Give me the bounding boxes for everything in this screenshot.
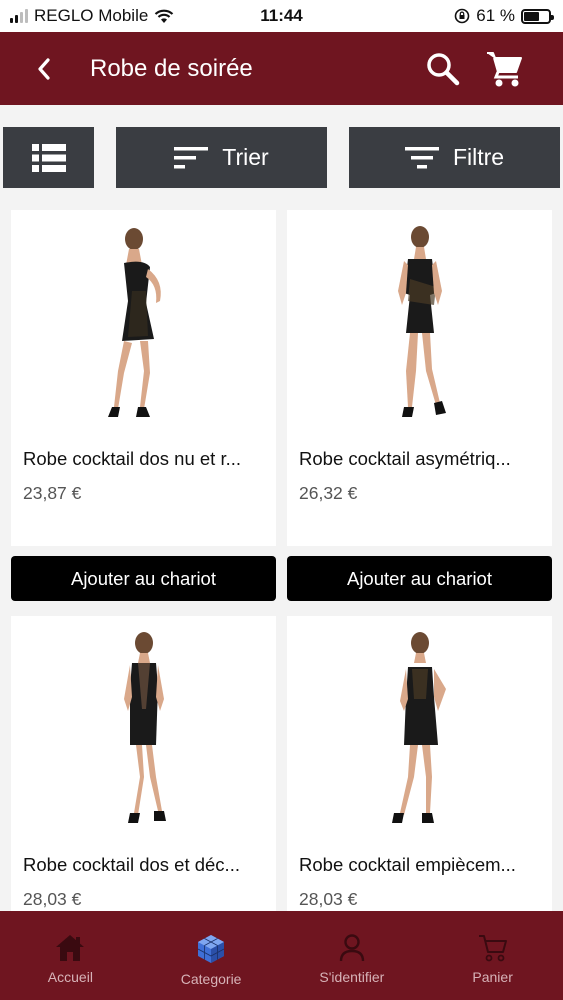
product-name[interactable]: Robe cocktail asymétriq... [287,442,552,476]
status-left: REGLO Mobile [10,6,174,26]
status-right: 61 % [454,6,554,26]
search-button[interactable] [423,49,463,89]
product-image [11,616,276,848]
product-name[interactable]: Robe cocktail dos et déc... [11,848,276,882]
cart-icon [487,51,522,86]
user-icon [339,934,365,962]
nav-item-cart[interactable]: Panier [422,911,563,1000]
chevron-left-icon [38,57,50,80]
product-card[interactable]: Robe cocktail asymétriq... 26,32 € [287,210,552,546]
sort-button[interactable]: Trier [116,127,327,188]
cart-icon [478,935,507,962]
product-image [287,210,552,442]
nav-item-home[interactable]: Accueil [0,911,141,1000]
filter-icon [404,146,439,168]
product-name[interactable]: Robe cocktail dos nu et r... [11,442,276,476]
battery-percent: 61 % [476,6,515,25]
battery-icon [521,8,554,24]
sort-label: Trier [222,144,269,170]
header-actions [423,49,525,89]
signal-icon [10,9,28,23]
wifi-icon [155,9,174,23]
orientation-lock-icon [454,8,470,24]
view-toggle-button[interactable] [3,127,94,188]
sort-icon [174,146,209,168]
product-price: 26,32 € [299,483,358,503]
dress-model-image [107,228,161,417]
nav-item-login[interactable]: S'identifier [282,911,423,1000]
dress-model-image [391,632,446,823]
add-to-cart-button[interactable]: Ajouter au chariot [11,556,276,601]
product-card[interactable]: Robe cocktail dos et déc... 28,03 € [11,616,276,916]
nav-label-category: Categorie [180,971,242,987]
product-image [287,616,552,848]
product-name[interactable]: Robe cocktail empiècem... [287,848,552,882]
nav-label-home: Accueil [47,969,93,985]
add-to-cart-button[interactable]: Ajouter au chariot [287,556,552,601]
home-icon [56,935,85,961]
back-button[interactable] [14,32,74,105]
dress-model-image [123,632,166,823]
nav-item-category[interactable]: Categorie [141,911,282,1000]
product-price: 23,87 € [23,483,82,503]
nav-label-login: S'identifier [319,969,385,985]
search-icon [427,52,460,85]
bottom-navigation: Accueil Categorie S'identifier Panier [0,911,563,1000]
nav-label-cart: Panier [472,969,513,985]
filter-label: Filtre [452,144,505,170]
page-title: Robe de soirée [90,54,253,82]
list-toolbar: Trier Filtre [0,127,563,188]
product-card[interactable]: Robe cocktail dos nu et r... 23,87 € [11,210,276,546]
filter-button[interactable]: Filtre [349,127,560,188]
status-bar: REGLO Mobile 11:44 61 % [0,0,563,32]
dress-model-image [397,226,446,417]
cart-button[interactable] [485,49,525,89]
list-view-icon [31,143,66,172]
carrier-name: REGLO Mobile [34,6,149,25]
app-header: Robe de soirée [0,32,563,105]
cube-icon [197,935,225,963]
product-image [11,210,276,442]
product-card[interactable]: Robe cocktail empiècem... 28,03 € [287,616,552,916]
